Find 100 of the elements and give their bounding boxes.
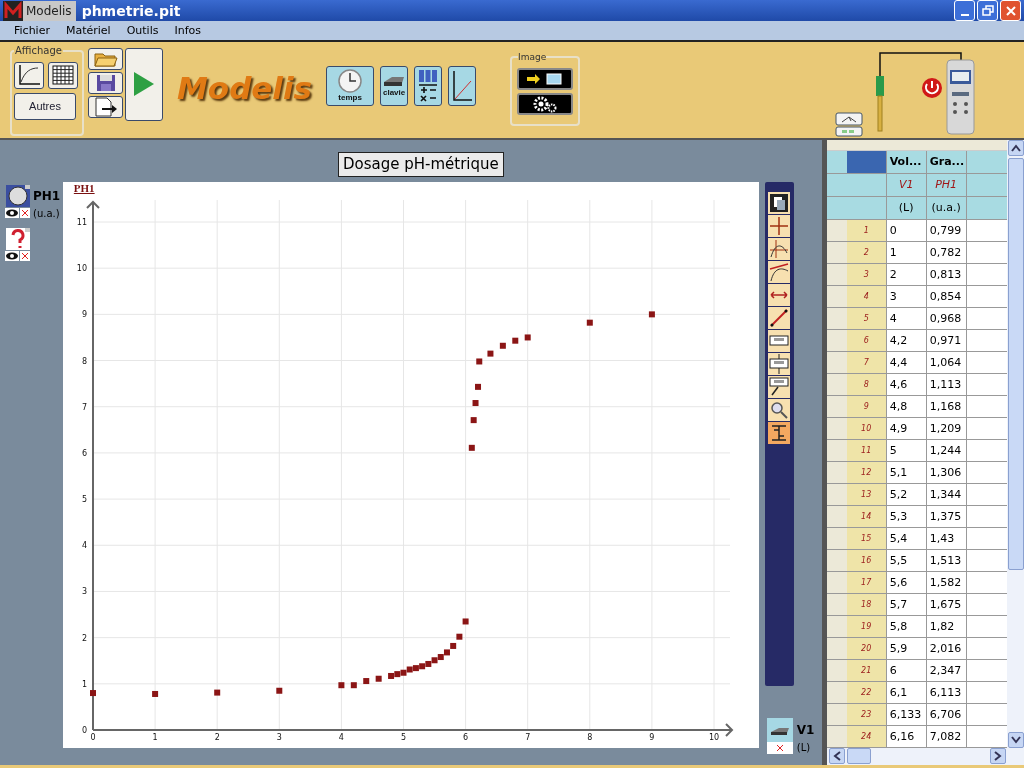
tick-label: 11 [76, 217, 87, 227]
variable-unit: (L) [796, 741, 812, 754]
eye-icon[interactable] [5, 207, 19, 218]
minimize-button[interactable] [954, 0, 975, 21]
calculator-button[interactable] [414, 65, 443, 106]
tool-button[interactable] [768, 214, 791, 237]
menu-item[interactable]: Infos [166, 23, 210, 37]
save-button[interactable] [88, 71, 123, 94]
data-point [470, 417, 477, 423]
variable-name: PH1 [33, 188, 62, 203]
keyboard-button[interactable]: clavie [380, 65, 409, 106]
graph-title: Dosage pH-métrique [337, 151, 504, 177]
group-label: Image [518, 51, 547, 62]
tool-button[interactable] [768, 375, 791, 398]
tool-button[interactable] [768, 329, 791, 352]
column-header[interactable]: Vol... [886, 150, 927, 173]
row-number: 23 [846, 703, 887, 725]
row-number: 24 [846, 725, 887, 747]
question-icon[interactable] [5, 226, 31, 251]
tool-button[interactable] [768, 260, 791, 283]
tool-button[interactable] [768, 398, 791, 421]
group-label: Affichage [14, 44, 63, 56]
row-number: 1 [846, 219, 887, 241]
caret-right-icon [994, 751, 1002, 762]
variable-unit: (u.a.) [33, 207, 61, 219]
column-unit: (L) [886, 196, 927, 219]
tool-button[interactable] [768, 421, 791, 444]
menu-item[interactable]: Fichier [6, 23, 58, 37]
tool-button[interactable] [768, 237, 791, 260]
play-button[interactable] [125, 47, 163, 121]
eye-icon[interactable] [5, 250, 19, 261]
app-logo: Modelis [177, 69, 313, 106]
other-button[interactable]: Autres [14, 92, 76, 120]
data-point [487, 350, 494, 357]
menu-item[interactable]: Outils [118, 23, 167, 37]
tick-label: 8 [81, 356, 87, 366]
data-point [151, 690, 158, 697]
row-number: 18 [846, 593, 887, 615]
scroll-right-button[interactable] [990, 748, 1006, 765]
line-icon [770, 308, 789, 327]
row-number: 22 [846, 681, 887, 703]
scroll-thumb[interactable] [846, 748, 871, 765]
row-number: 2 [846, 241, 887, 263]
scroll-left-button[interactable] [828, 748, 845, 765]
tool-button[interactable] [768, 306, 791, 329]
tool-button[interactable] [768, 352, 791, 375]
data-point [338, 682, 345, 689]
tick-label: 3 [276, 732, 282, 742]
graph-view-button[interactable] [14, 61, 44, 89]
copy-icon [770, 193, 789, 212]
caret-down-icon [1010, 735, 1021, 744]
row-number: 12 [846, 461, 887, 483]
delete-icon[interactable] [20, 250, 30, 261]
export-button[interactable] [88, 95, 123, 118]
settings-button[interactable] [517, 93, 574, 116]
header-corner[interactable] [846, 150, 887, 173]
table-view-button[interactable] [48, 61, 78, 89]
tool-button[interactable] [768, 191, 791, 214]
import-image-button[interactable] [517, 68, 574, 91]
axes-button[interactable] [448, 65, 477, 106]
tick-label: 1 [81, 679, 87, 689]
calculator-icon [418, 69, 438, 102]
data-point [375, 675, 382, 682]
vertical-scrollbar[interactable] [1007, 139, 1024, 748]
tick-label: 7 [81, 402, 87, 412]
scroll-thumb[interactable] [1007, 157, 1024, 570]
row-number: 10 [846, 417, 887, 439]
row-number: 16 [846, 549, 887, 571]
menu-item[interactable]: Matériel [57, 23, 119, 37]
restore-button[interactable] [977, 0, 998, 21]
data-point [476, 358, 483, 365]
data-point [499, 342, 506, 349]
data-point [648, 311, 655, 318]
delete-icon[interactable] [20, 207, 30, 218]
row-number: 6 [846, 329, 887, 351]
tick-label: 1 [152, 732, 158, 742]
tick-label: 9 [81, 310, 87, 320]
data-point [462, 618, 469, 625]
keyboard-icon[interactable] [766, 717, 793, 742]
time-button[interactable]: temps [326, 65, 375, 106]
clock-icon [338, 69, 362, 94]
tool-button[interactable] [768, 283, 791, 306]
ph-sensor-icon[interactable] [5, 183, 31, 208]
balance-icon[interactable] [834, 111, 864, 138]
data-point [214, 689, 221, 696]
tick-label: 0 [81, 725, 87, 735]
tick-label: 4 [81, 541, 87, 551]
tick-label: 2 [81, 633, 87, 643]
open-folder-button[interactable] [88, 47, 123, 70]
data-point [586, 319, 593, 326]
close-button[interactable] [1000, 0, 1021, 21]
row-number: 21 [846, 659, 887, 681]
column-header[interactable]: Gra... [926, 150, 967, 173]
scroll-down-button[interactable] [1007, 731, 1024, 748]
data-point [472, 399, 479, 406]
axis-label: PH1 [73, 181, 95, 194]
column-unit: (u.a.) [926, 196, 967, 219]
row-number: 11 [846, 439, 887, 461]
app-logo-icon [3, 0, 23, 21]
tick-label: 2 [214, 732, 220, 742]
